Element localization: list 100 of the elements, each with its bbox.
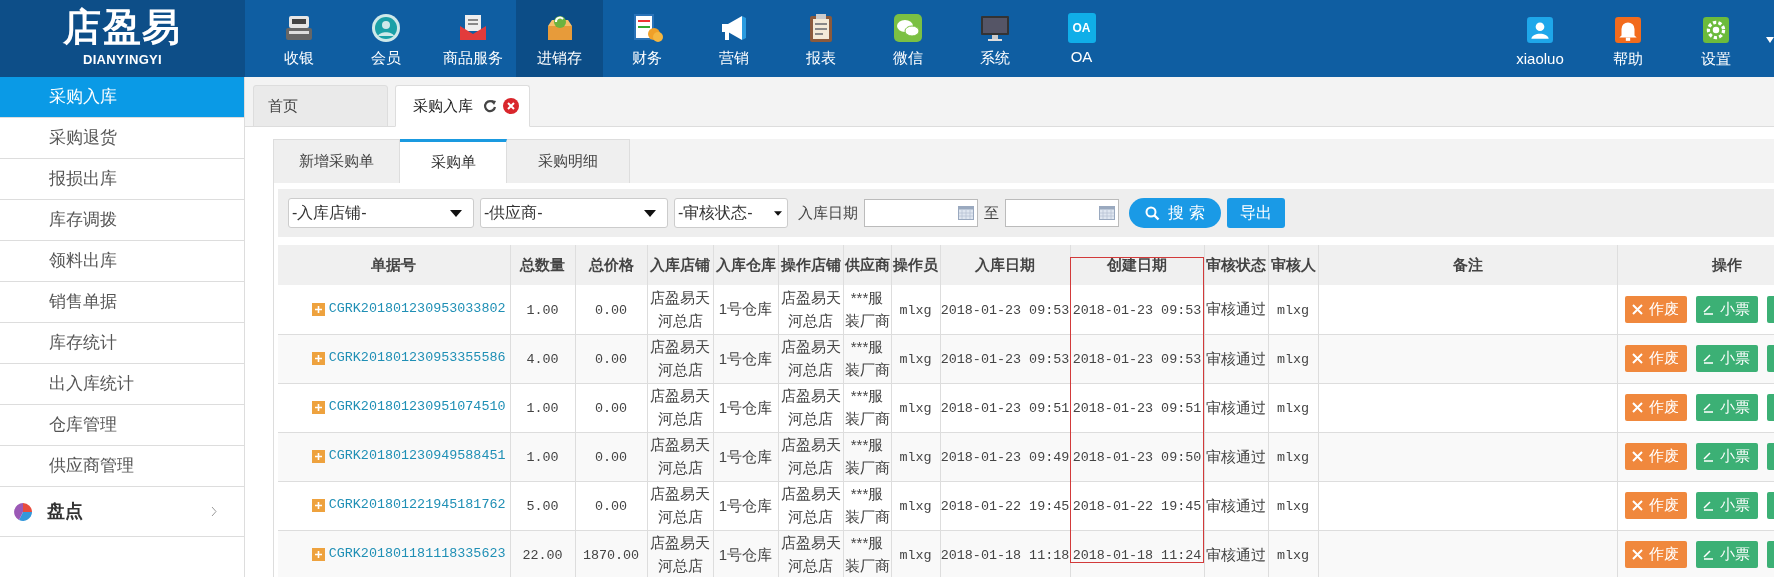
table-cell: 0.00 (594, 450, 628, 466)
table-cell: mlxg (1276, 352, 1310, 368)
dropdown[interactable]: -供应商- (480, 198, 668, 228)
table-cell-text: 1号仓库 (718, 544, 773, 565)
order-link[interactable]: CGRK201801230949588451 (328, 446, 506, 467)
table-cell-text: 1号仓库 (718, 397, 773, 418)
table-cell-text: 1号仓库 (718, 446, 773, 467)
table-cell: mlxg (1276, 499, 1310, 515)
table-cell: mlxg (899, 401, 932, 417)
oa-icon: OA (1067, 13, 1096, 43)
table-cell-text: 店盈易天河总店 (779, 435, 842, 478)
table-cell: 2018-01-23 09:53 (1072, 352, 1202, 368)
column-header: 入库日期 (975, 255, 1035, 273)
date-label: 入库日期 (798, 202, 858, 223)
table-cell: 0.00 (594, 499, 628, 515)
table-cell-text: 店盈易天河总店 (779, 337, 842, 380)
column-header: 创建日期 (1107, 255, 1167, 273)
user-menu-item[interactable]: 帮助 (1584, 0, 1672, 77)
table-cell-text: ***服装厂商 (843, 533, 891, 576)
table-cell: 2018-01-23 09:51 (940, 401, 1070, 417)
table-cell: 0.00 (594, 303, 628, 319)
sub-tab[interactable]: 采购单 (400, 139, 507, 183)
column-header: 入库仓库 (715, 255, 776, 273)
sub-tab[interactable]: 采购明细 (507, 139, 630, 183)
range-separator: 至 (984, 202, 999, 223)
dropdown[interactable]: -审核状态- (674, 198, 788, 228)
table-cell-text: ***服装厂商 (843, 287, 891, 331)
user-menu-item[interactable]: xiaoluo (1496, 0, 1584, 77)
nav-item[interactable]: OA OA (1038, 0, 1125, 77)
table-cell-text: 店盈易天河总店 (649, 287, 711, 331)
table-cell-text: 店盈易天河总店 (649, 484, 711, 527)
column-header: 审核状态 (1206, 255, 1266, 273)
table-cell: 1870.00 (582, 548, 640, 564)
nav-item[interactable]: 微信 (864, 0, 951, 77)
logo-title: 店盈易 (62, 7, 183, 46)
table-cell: 2018-01-23 09:53 (940, 303, 1070, 319)
nav-item[interactable]: 进销存 (516, 0, 603, 77)
column-header: 供应商 (844, 255, 890, 273)
table-cell-text: 审核通过 (1206, 446, 1266, 467)
table-cell: 22.00 (522, 548, 563, 564)
table-cell: 2018-01-22 19:45 (1072, 499, 1202, 515)
column-header: 入库店铺 (650, 255, 710, 273)
table-cell-text: 店盈易天河总店 (649, 337, 711, 380)
dropdown[interactable]: -入库店铺- (288, 198, 474, 228)
table-cell-text: 1号仓库 (718, 299, 773, 320)
table-cell-text: ***服装厂商 (843, 484, 891, 527)
table-cell-text: 店盈易天河总店 (649, 435, 711, 478)
column-header: 审核人 (1270, 255, 1316, 273)
table-cell: 5.00 (526, 499, 559, 515)
column-header: 操作员 (893, 255, 938, 273)
order-link[interactable]: CGRK201801230951074510 (328, 397, 506, 418)
table-cell: 1.00 (526, 303, 559, 319)
column-header: 总价格 (588, 255, 634, 273)
table-cell: 2018-01-23 09:53 (1072, 303, 1202, 319)
table-cell: mlxg (1276, 401, 1310, 417)
table-cell: 2018-01-23 09:49 (940, 450, 1070, 466)
table-cell-text: 店盈易天河总店 (779, 484, 842, 527)
nav-item[interactable]: 会员 (342, 0, 429, 77)
column-header: 单据号 (371, 255, 417, 273)
table-cell-text: ***服装厂商 (843, 435, 891, 478)
page-tab[interactable]: 采购入库 (395, 85, 530, 127)
table-cell: 2018-01-22 19:45 (940, 499, 1070, 515)
nav-item[interactable]: 收银 (255, 0, 342, 77)
table-cell: mlxg (899, 352, 932, 368)
table-cell: 2018-01-23 09:50 (1072, 450, 1202, 466)
order-link[interactable]: CGRK201801181118335623 (328, 544, 506, 565)
table-cell: mlxg (1276, 548, 1310, 564)
nav-item[interactable]: 报表 (777, 0, 864, 77)
table-cell: mlxg (1276, 303, 1310, 319)
nav-item[interactable]: 营销 (690, 0, 777, 77)
column-header: 总数量 (520, 255, 565, 273)
table-cell-text: 店盈易天河总店 (779, 287, 842, 331)
column-header: 操作店铺 (780, 255, 841, 273)
order-link[interactable]: CGRK201801230953033802 (328, 299, 506, 320)
user-menu-item[interactable]: 设置 (1672, 0, 1760, 77)
table-cell-text: 审核通过 (1206, 397, 1266, 418)
table-cell-text: 店盈易天河总店 (779, 386, 842, 429)
table-cell: 2018-01-23 09:51 (1072, 401, 1202, 417)
table-cell: 2018-01-18 11:18 (940, 548, 1070, 564)
table-cell: 1.00 (526, 450, 559, 466)
order-link[interactable]: CGRK201801221945181762 (328, 495, 506, 516)
table-cell: 2018-01-23 09:53 (940, 352, 1070, 368)
nav-item[interactable]: 系统 (951, 0, 1038, 77)
table-cell-text: ***服装厂商 (843, 337, 891, 380)
order-link[interactable]: CGRK201801230953355586 (328, 348, 506, 369)
table-cell-text: 审核通过 (1206, 348, 1266, 369)
table-cell: 0.00 (594, 401, 628, 417)
table-cell-text: ***服装厂商 (843, 386, 891, 429)
table-cell: mlxg (899, 450, 932, 466)
table-cell: mlxg (899, 499, 932, 515)
sub-tab[interactable]: 新增采购单 (273, 139, 400, 183)
table-cell-text: 审核通过 (1206, 299, 1266, 320)
table-cell: 2018-01-18 11:24 (1072, 548, 1202, 564)
nav-item[interactable]: 商品服务 (429, 0, 516, 77)
table-cell-text: 1号仓库 (718, 348, 773, 369)
page-tab[interactable]: 首页 (253, 85, 388, 127)
column-header: 操作 (1712, 255, 1742, 273)
table-cell: mlxg (899, 303, 932, 319)
column-header: 备注 (1452, 255, 1483, 273)
nav-item[interactable]: 财务 (603, 0, 690, 77)
